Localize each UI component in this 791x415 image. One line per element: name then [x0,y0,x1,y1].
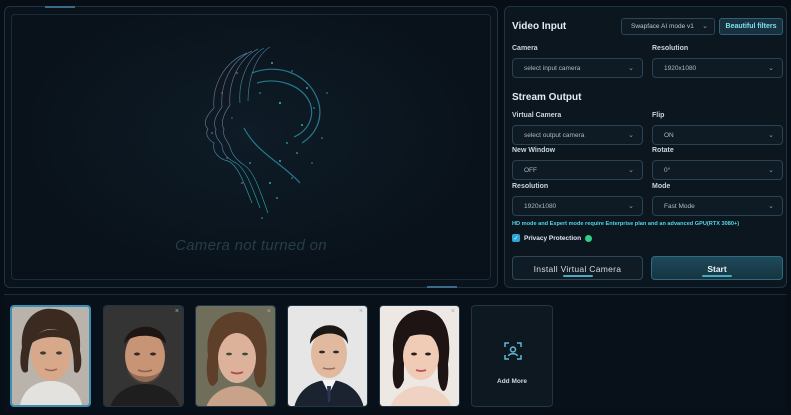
install-button-label: Install Virtual Camera [533,264,622,274]
face-card-5[interactable]: × [379,305,460,407]
new-window-value: OFF [524,167,537,174]
chevron-down-icon: ⌄ [768,65,774,72]
chevron-down-icon: ⌄ [768,203,774,210]
face-library-strip: × × × × Add More [4,294,787,411]
button-accent [562,275,593,277]
flip-value: ON [664,132,674,139]
chevron-down-icon: ⌄ [768,132,774,139]
chevron-down-icon: ⌄ [628,65,634,72]
face-card-1[interactable] [10,305,91,407]
face-scan-icon [504,342,522,360]
input-resolution-select[interactable]: 1920x1080 ⌄ [652,58,783,78]
camera-label: Camera [512,45,538,52]
model-select[interactable]: Swapface AI mode v1 ⌄ [621,18,715,35]
chevron-down-icon: ⌄ [768,167,774,174]
model-select-value: Swapface AI mode v1 [631,23,694,30]
close-icon[interactable]: × [451,308,455,315]
face-thumbnail [196,306,275,406]
rotate-value: 0° [664,167,671,174]
privacy-checkbox[interactable]: ✓ [512,234,520,242]
close-icon[interactable]: × [267,308,271,315]
flip-label: Flip [652,112,665,119]
face-thumbnail [12,307,89,405]
rotate-select[interactable]: 0° ⌄ [652,160,783,180]
input-resolution-value: 1920x1080 [664,65,697,72]
chevron-down-icon: ⌄ [628,132,634,139]
close-icon[interactable]: × [175,308,179,315]
add-more-button[interactable]: Add More [471,305,553,407]
new-window-label: New Window [512,147,556,154]
add-more-label: Add More [497,378,527,385]
chevron-down-icon: ⌄ [628,167,634,174]
privacy-label: Privacy Protection [524,234,582,242]
beautiful-filters-button[interactable]: Beautiful filters [719,18,783,35]
new-window-select[interactable]: OFF ⌄ [512,160,643,180]
panel-accent [45,6,75,8]
camera-select[interactable]: select input camera ⌄ [512,58,643,78]
face-thumbnail [380,306,459,406]
check-icon: ✓ [513,235,519,242]
camera-preview-panel: Camera not turned on [4,6,498,288]
camera-status-text: Camera not turned on [175,237,327,254]
settings-panel: Video Input Swapface AI mode v1 ⌄ Beauti… [504,6,787,288]
mode-value: Fast Mode [664,203,695,210]
close-icon[interactable]: × [359,308,363,315]
panel-accent [427,286,457,288]
resolution-label: Resolution [652,45,689,52]
enterprise-note: HD mode and Expert mode require Enterpri… [512,221,740,227]
output-resolution-value: 1920x1080 [524,203,557,210]
virtual-camera-value: select output camera [524,132,585,139]
face-card-2[interactable]: × [103,305,184,407]
chevron-down-icon: ⌄ [628,203,634,210]
mode-label: Mode [652,183,671,190]
virtual-camera-label: Virtual Camera [512,112,562,119]
output-resolution-select[interactable]: 1920x1080 ⌄ [512,196,643,216]
output-resolution-label: Resolution [512,183,549,190]
info-dot-icon[interactable] [585,234,593,242]
virtual-camera-select[interactable]: select output camera ⌄ [512,125,643,145]
camera-preview-area: Camera not turned on [11,14,491,280]
mode-select[interactable]: Fast Mode ⌄ [652,196,783,216]
camera-select-value: select input camera [524,65,581,72]
start-button[interactable]: Start [651,256,783,280]
chevron-down-icon: ⌄ [702,23,708,30]
flip-select[interactable]: ON ⌄ [652,125,783,145]
rotate-label: Rotate [652,147,674,154]
face-thumbnail [104,306,183,406]
stream-output-title: Stream Output [512,92,582,103]
face-card-4[interactable]: × [287,305,368,407]
start-button-label: Start [707,264,727,274]
particle-face-illustration [205,46,328,219]
privacy-protection-row: ✓ Privacy Protection [512,233,593,243]
face-thumbnail [288,306,367,406]
face-card-3[interactable]: × [195,305,276,407]
install-virtual-camera-button[interactable]: Install Virtual Camera [512,256,643,280]
button-accent [702,275,732,277]
video-input-title: Video Input [512,21,567,32]
